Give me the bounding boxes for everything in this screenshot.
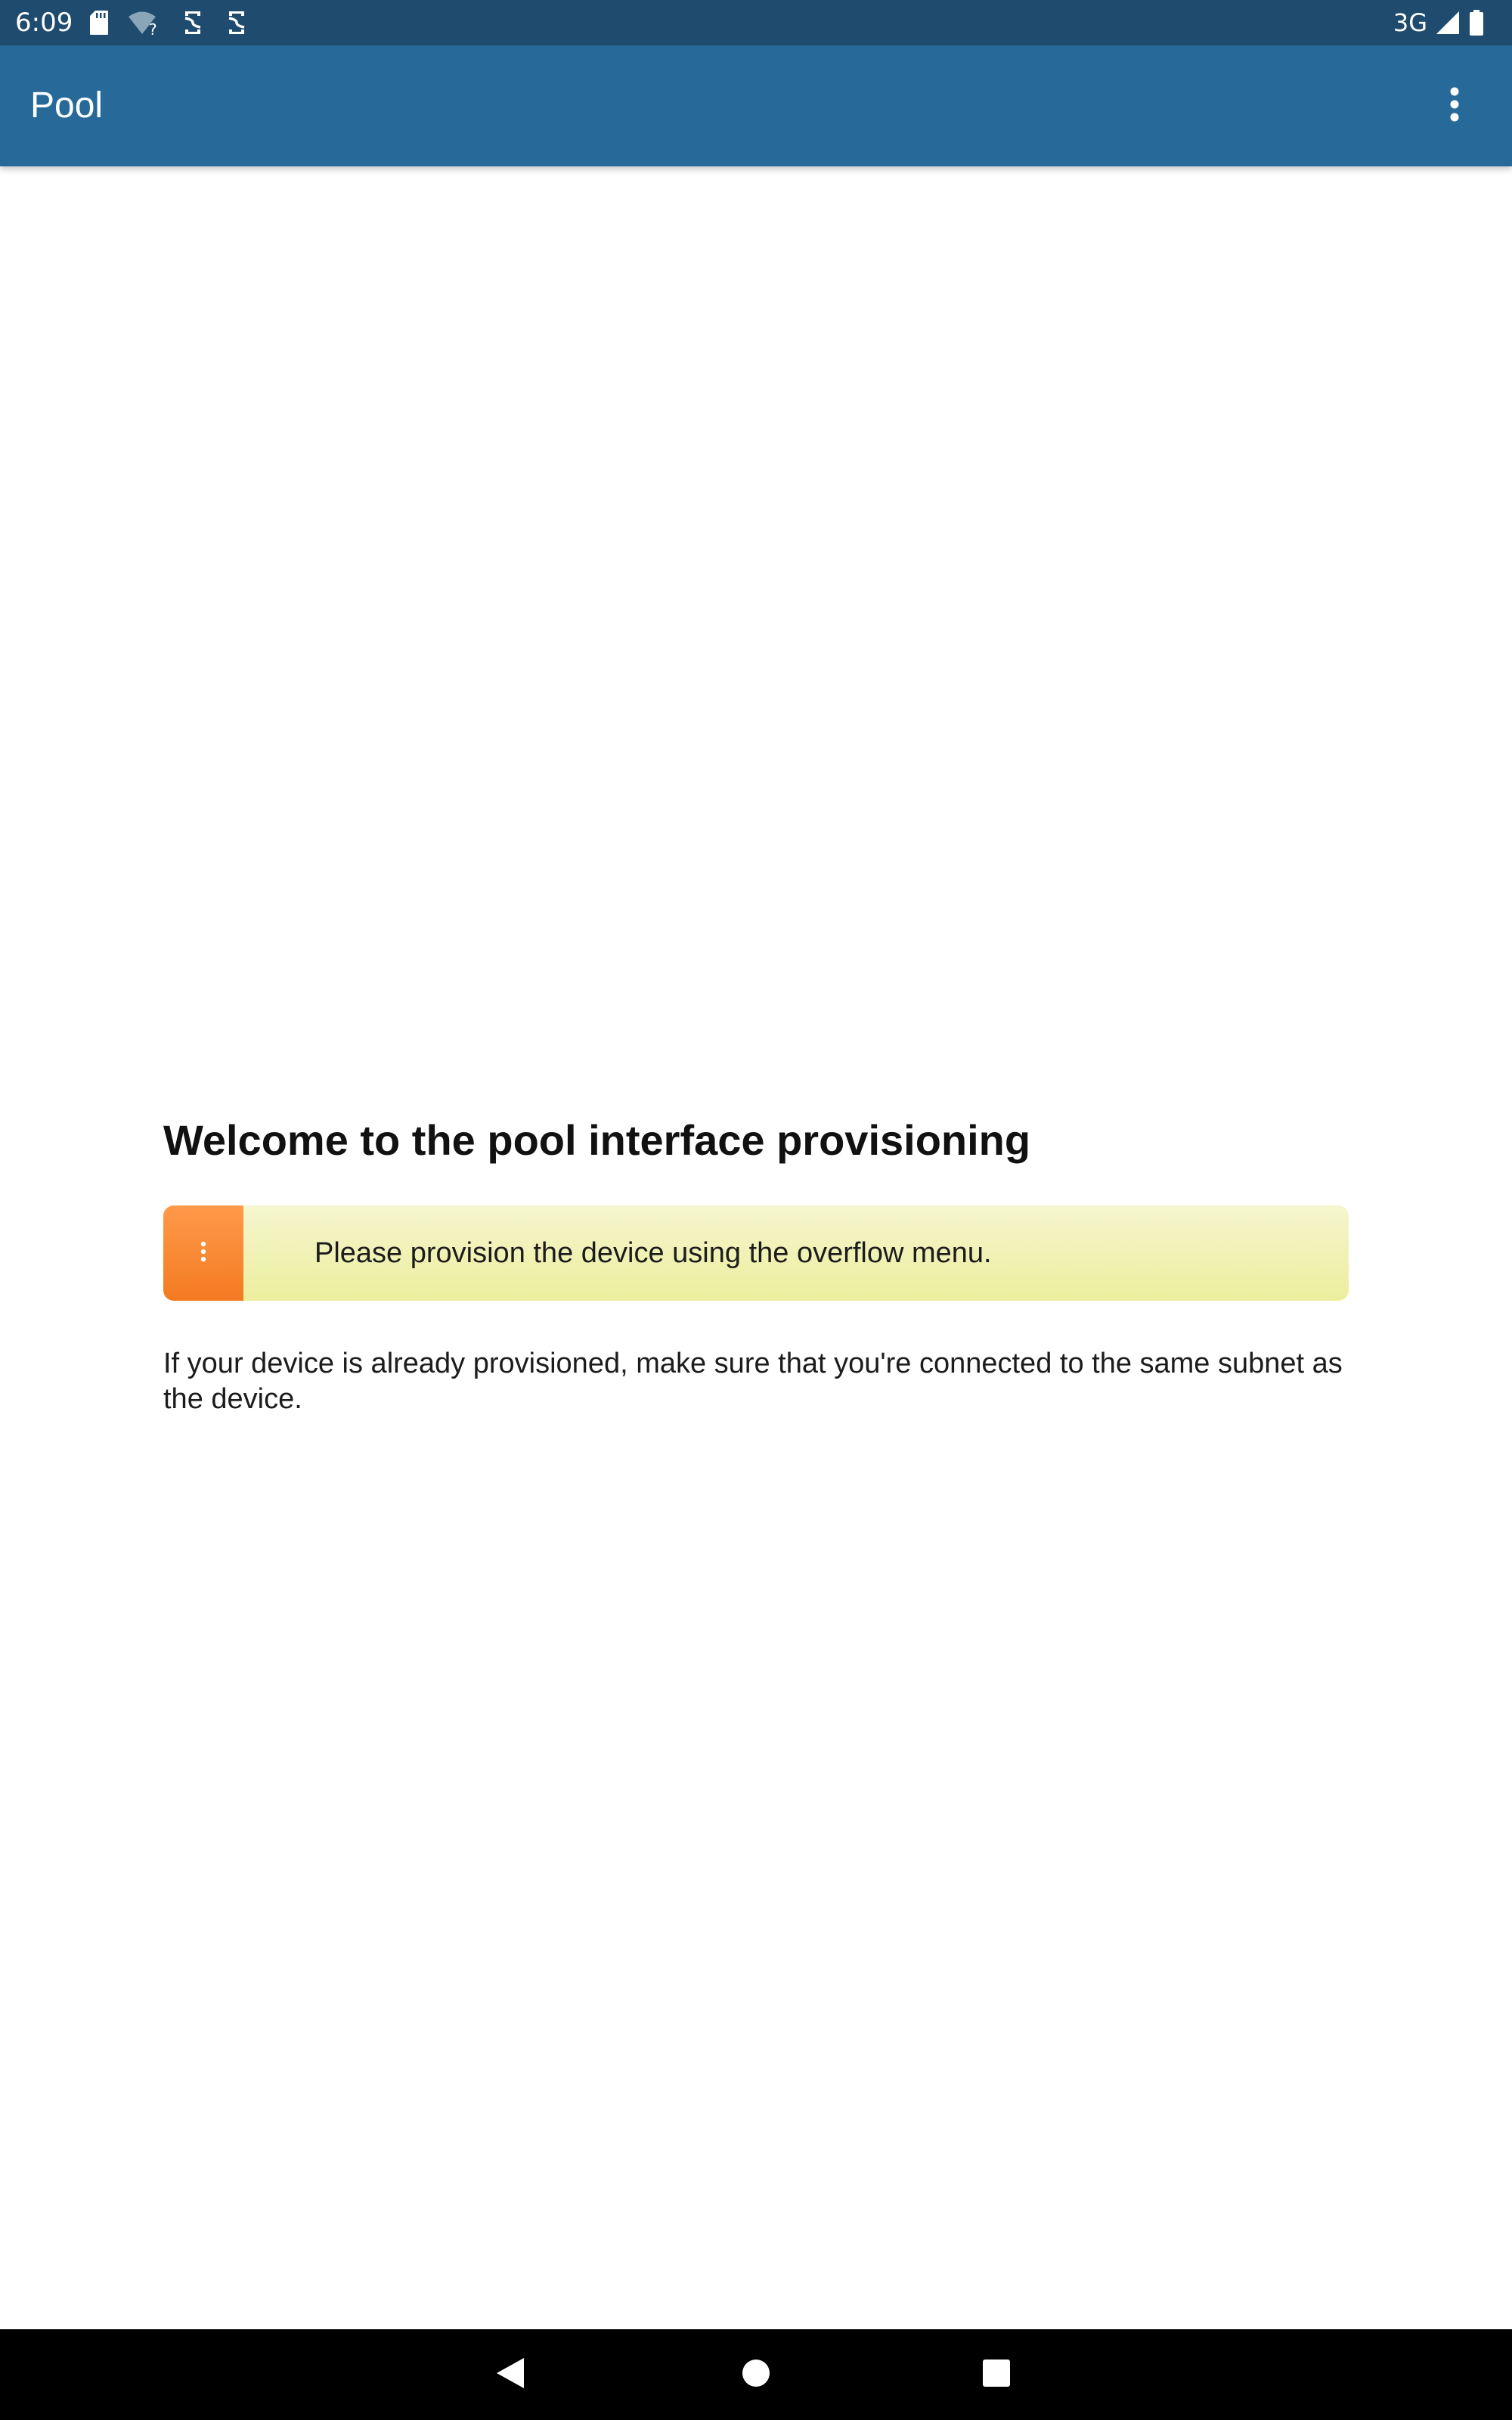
- signal-icon: [1435, 10, 1461, 36]
- sd-card-icon: [89, 10, 109, 36]
- more-vert-icon: [1448, 86, 1461, 126]
- subnet-note: If your device is already provisioned, m…: [163, 1348, 1343, 1415]
- app-title: Pool: [30, 85, 104, 126]
- status-time: 6:09: [15, 8, 73, 38]
- recents-icon: [982, 2359, 1011, 2391]
- sync-icon: [224, 9, 249, 36]
- home-button[interactable]: [726, 2344, 786, 2405]
- svg-text:?: ?: [149, 20, 157, 36]
- status-icons-right: 3G: [1393, 6, 1485, 39]
- home-icon: [741, 2358, 771, 2392]
- recents-button[interactable]: [966, 2344, 1027, 2405]
- banner-message: Please provision the device using the ov…: [314, 1237, 992, 1269]
- battery-icon: [1468, 9, 1485, 36]
- more-vert-icon: [200, 1241, 207, 1266]
- welcome-heading: Welcome to the pool interface provisioni…: [163, 1116, 1031, 1164]
- back-icon: [495, 2356, 525, 2394]
- navigation-bar: [0, 2329, 1512, 2420]
- app-bar: Pool: [0, 45, 1512, 166]
- main-content: Welcome to the pool interface provisioni…: [163, 1109, 1349, 1417]
- back-button[interactable]: [480, 2344, 541, 2405]
- network-type: 3G: [1393, 8, 1427, 37]
- overflow-menu-button[interactable]: [1409, 60, 1500, 151]
- provision-info-banner: Please provision the device using the ov…: [163, 1205, 1349, 1301]
- status-icons-left: ?: [89, 8, 249, 38]
- wifi-question-icon: ?: [127, 10, 162, 36]
- status-bar: 6:09 ? 3G: [0, 0, 1512, 45]
- sync-icon: [180, 9, 206, 36]
- banner-icon-box: [163, 1205, 243, 1301]
